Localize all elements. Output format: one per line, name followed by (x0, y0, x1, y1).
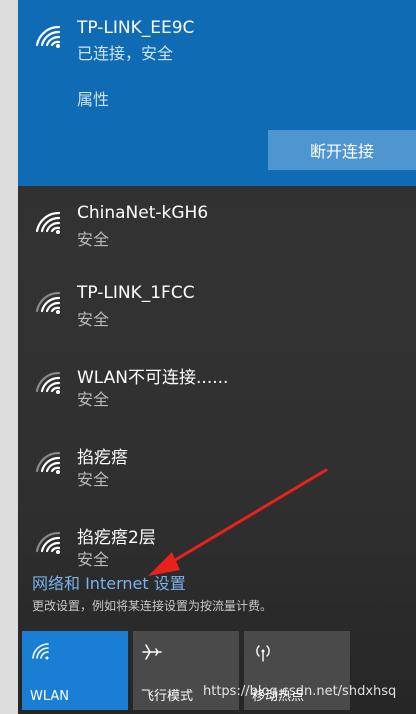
network-security: 安全 (77, 230, 110, 249)
network-item[interactable]: ChinaNet-kGH6 安全 (18, 195, 416, 275)
wifi-signal-icon (34, 290, 64, 316)
tile-airplane-mode[interactable]: 飞行模式 (133, 631, 239, 710)
tile-hotspot-label: 移动热点 (252, 689, 305, 704)
network-settings-description: 更改设置，例如将某连接设置为按流量计费。 (32, 599, 273, 613)
wifi-signal-icon (34, 370, 64, 396)
connected-ssid: TP-LINK_EE9C (77, 18, 195, 38)
network-item[interactable]: WLAN不可连接...... 安全 (18, 355, 416, 435)
hotspot-icon (252, 641, 274, 663)
network-flyout: TP-LINK_EE9C 已连接，安全 属性 断开连接 ChinaNet-kGH… (18, 0, 416, 714)
disconnect-button[interactable]: 断开连接 (268, 130, 416, 170)
network-security: 安全 (77, 550, 110, 569)
network-ssid: 掐疙瘩 (77, 448, 128, 468)
airplane-icon (141, 641, 163, 663)
wifi-signal-icon (34, 210, 64, 236)
network-item[interactable]: TP-LINK_1FCC 安全 (18, 275, 416, 355)
network-ssid: 掐疙瘩2层 (77, 528, 156, 548)
connected-network[interactable]: TP-LINK_EE9C 已连接，安全 属性 断开连接 (18, 0, 416, 186)
tile-wlan-label: WLAN (30, 689, 70, 704)
wifi-signal-icon (34, 450, 64, 476)
tile-wlan[interactable]: WLAN (22, 631, 128, 710)
wifi-icon (30, 641, 52, 663)
connected-status: 已连接，安全 (77, 44, 174, 63)
network-security: 安全 (77, 390, 110, 409)
network-settings-link[interactable]: 网络和 Internet 设置 (32, 570, 186, 594)
network-ssid: WLAN不可连接...... (77, 368, 229, 388)
tile-mobile-hotspot[interactable]: 移动热点 (244, 631, 350, 710)
properties-link[interactable]: 属性 (77, 86, 109, 110)
network-ssid: ChinaNet-kGH6 (77, 203, 209, 223)
network-ssid: TP-LINK_1FCC (77, 283, 195, 303)
wifi-signal-icon (34, 530, 64, 556)
wifi-signal-icon (34, 24, 64, 50)
network-item[interactable]: 掐疙瘩 安全 (18, 435, 416, 515)
tile-airplane-label: 飞行模式 (141, 689, 194, 704)
network-security: 安全 (77, 310, 110, 329)
network-security: 安全 (77, 470, 110, 489)
